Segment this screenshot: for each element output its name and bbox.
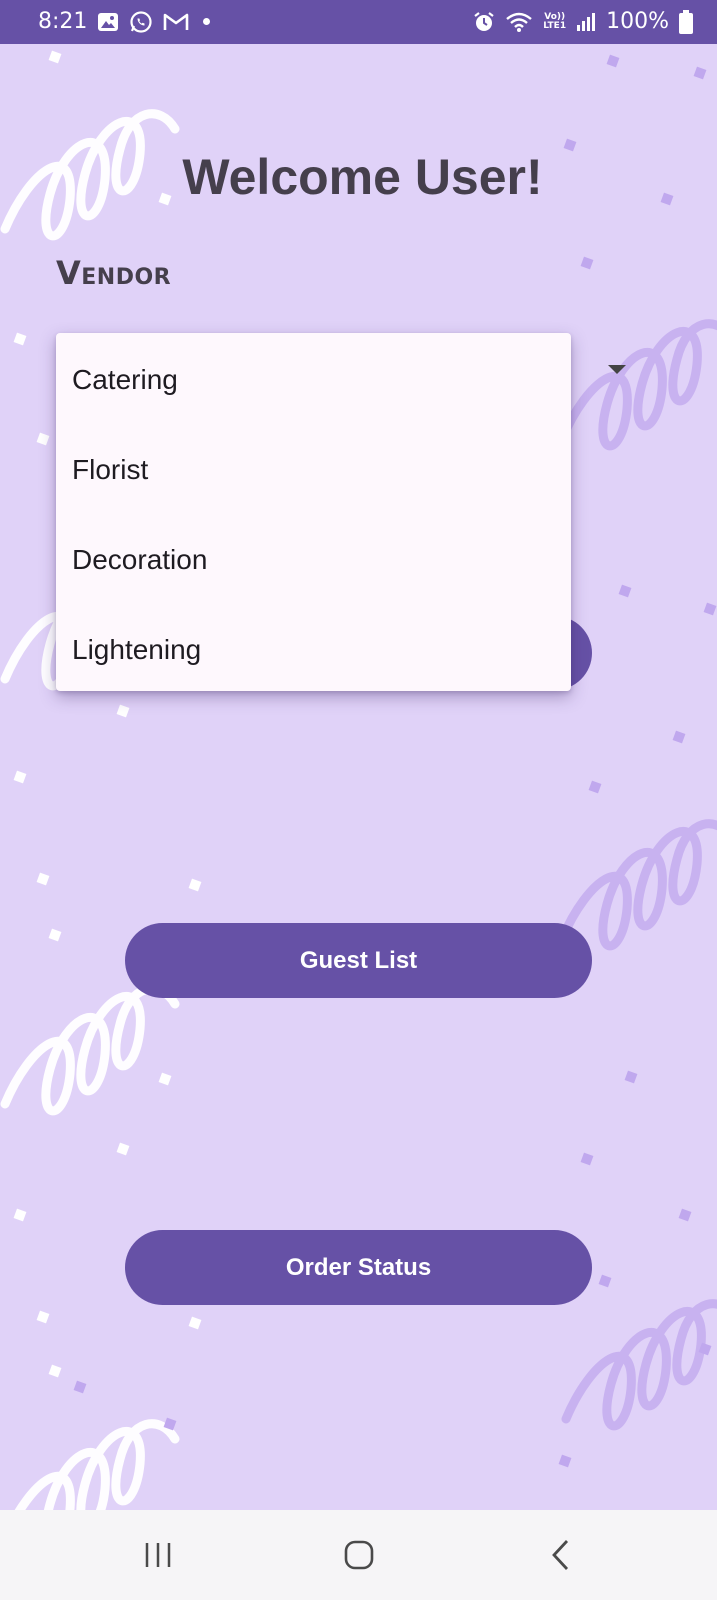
battery-icon — [679, 9, 693, 34]
vendor-label: Vendor — [56, 254, 172, 292]
gmail-icon — [163, 12, 189, 32]
page-title: Welcome User! — [182, 149, 543, 205]
order-status-button[interactable]: Order Status — [125, 1230, 592, 1305]
menu-item-florist[interactable]: Florist — [56, 425, 571, 515]
battery-percent: 100% — [606, 9, 669, 34]
navigation-bar — [0, 1510, 717, 1600]
menu-item-catering[interactable]: Catering — [56, 335, 571, 425]
lte-icon: Vo)) LTE1 — [543, 12, 567, 31]
guest-list-button[interactable]: Guest List — [125, 923, 592, 998]
whatsapp-icon — [129, 10, 153, 34]
status-time: 8:21 — [38, 9, 88, 34]
wifi-icon — [505, 11, 533, 33]
home-icon[interactable] — [334, 1532, 384, 1578]
status-bar: 8:21 Vo)) LTE1 100% — [0, 0, 717, 44]
recents-icon[interactable] — [133, 1532, 183, 1578]
vendor-dropdown-menu: Catering Florist Decoration Lightening — [56, 333, 571, 691]
menu-item-decoration[interactable]: Decoration — [56, 515, 571, 605]
notification-dot — [203, 18, 211, 25]
signal-icon — [576, 12, 596, 32]
gallery-icon — [97, 11, 119, 33]
menu-item-lightening[interactable]: Lightening — [56, 605, 571, 695]
dropdown-arrow-icon[interactable] — [608, 365, 626, 374]
back-icon[interactable] — [536, 1532, 586, 1578]
network-type: LTE1 — [543, 20, 567, 31]
alarm-icon — [473, 11, 495, 33]
